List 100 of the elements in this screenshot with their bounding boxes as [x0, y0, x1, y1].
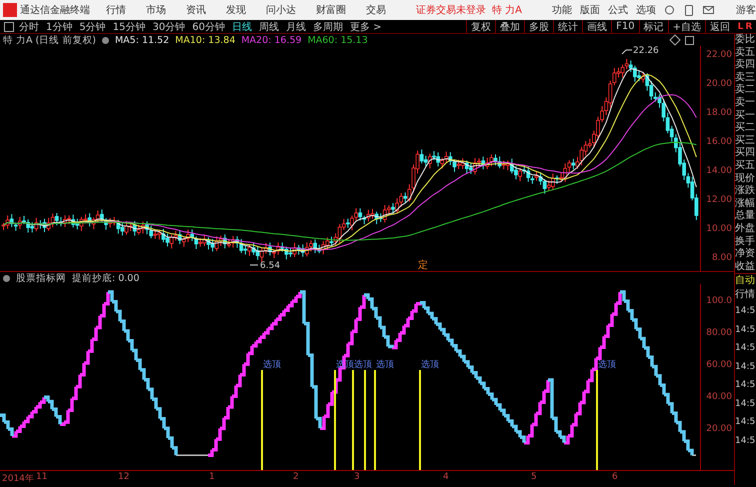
date-axis-label: 4 [443, 472, 449, 482]
quote-field-label: 买五 [735, 160, 756, 173]
signal-label: 选顶 [263, 360, 281, 370]
toolbar-button[interactable]: 统计 [553, 20, 582, 33]
trade-time: 14:5 [735, 324, 756, 337]
period-tab[interactable]: 月线 [286, 20, 306, 34]
price-axis-label: 22.00 [706, 50, 732, 60]
quote-field-label: 卖二 [735, 84, 756, 96]
quote-field-label: 涨幅 [735, 198, 756, 210]
trade-time: 14:5 [735, 360, 756, 374]
quote-field-label: 净资 [735, 248, 756, 261]
auto-label[interactable]: 自动 [735, 274, 756, 288]
menu-item[interactable]: 版面 [580, 3, 600, 17]
login-status: 证券交易未登录 [416, 4, 486, 17]
chart-title: 特 力A (日线 前复权) [3, 34, 96, 46]
menu-item[interactable]: 行情 [106, 3, 126, 17]
stock-name: 特 力A [492, 4, 522, 17]
quote-field-label: 买四 [735, 147, 756, 160]
indicator-axis-label: 100.0 [706, 296, 732, 306]
quotes-label: 行情 [735, 288, 756, 302]
period-tab[interactable]: 15分钟 [112, 20, 146, 34]
date-axis-label: 6 [612, 472, 618, 482]
menu-item[interactable]: 选项 [636, 3, 656, 17]
date-axis-label: 2 [293, 472, 299, 482]
toolbar-button[interactable]: 返回 [705, 20, 734, 33]
trade-time: 14:5 [735, 305, 756, 318]
toolbar-button[interactable]: 标记 [638, 20, 668, 33]
quote-field-label: 买二 [735, 122, 756, 135]
menu-item[interactable]: 交易 [366, 3, 386, 17]
period-tab[interactable]: 更多 > [350, 20, 382, 34]
toolbar-button[interactable]: +自选 [668, 20, 705, 33]
ma-value: MA5: 11.52 [114, 34, 170, 46]
price-axis-label: 10.00 [706, 224, 732, 234]
menu-item[interactable]: 财富圈 [316, 3, 346, 17]
price-axis-label: 12.00 [706, 195, 732, 205]
date-axis-label: 11 [36, 472, 48, 482]
indicator-title: 股票指标网 [16, 272, 66, 284]
price-axis-label: 16.00 [706, 137, 732, 147]
menu-item[interactable]: 市场 [146, 3, 166, 17]
quote-field-label: 卖五 [735, 46, 756, 58]
quote-field-label: 买三 [735, 134, 756, 147]
quote-field-label: 卖一 [735, 96, 756, 110]
toolbar-button[interactable]: F10 [611, 20, 639, 33]
period-tab[interactable]: 分时 [19, 20, 39, 34]
indicator-axis-label: 60.00 [706, 360, 732, 370]
trade-time: 14:5 [735, 434, 756, 448]
price-axis-label: 14.00 [706, 166, 732, 176]
date-axis-label: 3 [354, 472, 360, 482]
quote-field-label: 外盘 [735, 222, 756, 236]
indicator-axis-label: 20.00 [706, 424, 732, 434]
menu-item[interactable]: 发现 [226, 3, 246, 17]
period-tab[interactable]: 周线 [258, 20, 279, 34]
event-marker: 定 [418, 260, 428, 271]
indicator-axis-label: 40.00 [706, 392, 732, 402]
quote-field-label: 委比 [735, 34, 756, 46]
indicator-value: 提前抄底: 0.00 [72, 272, 140, 284]
trade-time: 14:5 [735, 416, 756, 430]
ma-value: MA10: 13.84 [175, 34, 236, 46]
period-tab[interactable]: 60分钟 [192, 20, 225, 34]
logo-letter: R [745, 22, 752, 32]
price-axis-label: 18.00 [706, 108, 732, 118]
menu-item[interactable]: 资讯 [186, 3, 206, 17]
indicator-axis-label: 80.00 [706, 328, 732, 338]
date-axis-label: 1 [209, 472, 215, 482]
period-tab[interactable]: 30分钟 [152, 20, 186, 34]
price-axis-label: 20.00 [706, 79, 732, 89]
period-tab[interactable]: 日线 [232, 20, 252, 34]
quote-field-label: 买一 [735, 110, 756, 122]
signal-label: 选顶 [354, 360, 372, 370]
quote-field-label: 总量 [735, 210, 756, 223]
period-tab[interactable]: 多周期 [312, 20, 343, 34]
ma-value: MA20: 16.59 [241, 34, 302, 46]
high-price-label: 22.26 [633, 46, 659, 56]
ma-value: MA60: 15.13 [308, 34, 368, 46]
menu-item[interactable]: 公式 [608, 3, 628, 17]
trade-time: 14:5 [735, 398, 756, 411]
signal-label: 选顶 [421, 360, 439, 370]
period-tab[interactable]: 5分钟 [79, 20, 106, 34]
quote-field-label: 现价 [735, 172, 756, 184]
quote-field-label: 换手 [735, 236, 756, 248]
period-tab[interactable]: 1分钟 [46, 20, 72, 34]
quote-field-label: 涨跌 [735, 185, 756, 198]
price-axis-label: 8.00 [712, 253, 732, 263]
user-name[interactable]: 游客 [736, 3, 756, 17]
menu-item[interactable]: 问小达 [266, 3, 296, 17]
quote-field-label: 收益 [735, 260, 756, 274]
quote-field-label: 卖三 [735, 72, 756, 84]
low-price-label: 6.54 [260, 261, 280, 271]
app-title: 通达信金融终端 [20, 4, 90, 17]
date-axis-label: 12 [118, 472, 130, 482]
logo-letter: L [738, 22, 744, 32]
trade-time: 14:5 [735, 342, 756, 356]
toolbar-button[interactable]: 画线 [582, 20, 612, 33]
trade-time: 14:5 [735, 379, 756, 392]
toolbar-button[interactable]: 复权 [466, 20, 496, 33]
toolbar-button[interactable]: 叠加 [495, 20, 524, 33]
toolbar-button[interactable]: 多股 [524, 20, 554, 33]
date-axis-label: 5 [531, 472, 537, 482]
date-axis-label: 2014年 [2, 472, 34, 485]
menu-item[interactable]: 功能 [552, 3, 572, 17]
